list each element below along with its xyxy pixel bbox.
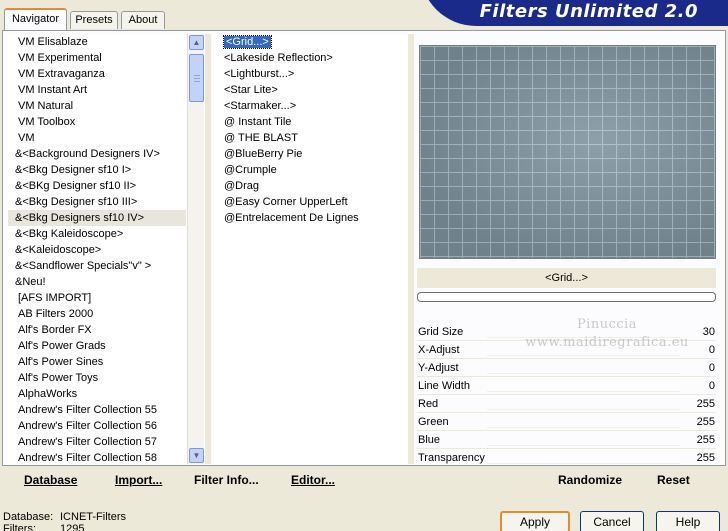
parameter-name: Line Width bbox=[418, 380, 470, 392]
tab-bar: Navigator Presets About bbox=[0, 0, 420, 30]
editor-button[interactable]: Editor... bbox=[291, 473, 335, 487]
left-action-bar: Database Import... Filter Info... Editor… bbox=[8, 466, 410, 492]
parameter-value[interactable]: 255 bbox=[697, 395, 715, 413]
category-item[interactable]: &<Bkg Designer sf10 I> bbox=[8, 162, 186, 178]
parameter-name: Y-Adjust bbox=[418, 362, 459, 374]
parameter-name: Transparency bbox=[418, 452, 485, 464]
status-filters: Filters: 1295 bbox=[3, 523, 85, 531]
filter-item[interactable]: @Easy Corner UpperLeft bbox=[212, 194, 408, 210]
category-scrollbar[interactable]: ▲ ▼ bbox=[187, 34, 204, 464]
parameter-value[interactable]: 255 bbox=[697, 431, 715, 449]
category-item[interactable]: &<Bkg Designer sf10 III> bbox=[8, 194, 186, 210]
category-item[interactable]: &<Background Designers IV> bbox=[8, 146, 186, 162]
status-database: Database: ICNET-Filters bbox=[3, 511, 126, 523]
category-item[interactable]: Andrew's Filter Collection 57 bbox=[8, 434, 186, 450]
parameter-row[interactable]: Y-Adjust 0 bbox=[417, 359, 716, 377]
category-item[interactable]: AB Filters 2000 bbox=[8, 306, 186, 322]
category-item[interactable]: Andrew's Filter Collection 56 bbox=[8, 418, 186, 434]
category-item[interactable]: Andrew's Filter Collection 55 bbox=[8, 402, 186, 418]
filter-item[interactable]: <Star Lite> bbox=[212, 82, 408, 98]
parameter-name: Green bbox=[418, 416, 449, 428]
parameter-name: Blue bbox=[418, 434, 441, 446]
category-item[interactable]: &<Bkg Designers sf10 IV> bbox=[8, 210, 186, 226]
filter-item[interactable]: @ Instant Tile bbox=[212, 114, 408, 130]
parameter-row[interactable]: Red 255 bbox=[417, 395, 716, 413]
category-item[interactable]: Alf's Power Toys bbox=[8, 370, 186, 386]
parameter-value[interactable]: 255 bbox=[697, 413, 715, 431]
app-title: Filters Unlimited 2.0 bbox=[479, 1, 698, 22]
parameter-value[interactable]: 0 bbox=[709, 377, 715, 395]
tab-navigator[interactable]: Navigator bbox=[4, 8, 67, 30]
randomize-button[interactable]: Randomize bbox=[558, 473, 622, 487]
category-item[interactable]: VM Instant Art bbox=[8, 82, 186, 98]
scroll-down-button[interactable]: ▼ bbox=[189, 448, 204, 463]
apply-button[interactable]: Apply bbox=[500, 511, 570, 531]
category-item[interactable]: VM bbox=[8, 130, 186, 146]
scroll-up-button[interactable]: ▲ bbox=[189, 35, 204, 50]
cancel-button[interactable]: Cancel bbox=[580, 511, 644, 531]
filter-preview bbox=[419, 45, 716, 259]
category-list[interactable]: VM Elisablaze VM Experimental VM Extravaga… bbox=[8, 34, 186, 464]
category-item[interactable]: VM Natural bbox=[8, 98, 186, 114]
help-button[interactable]: Help bbox=[656, 511, 720, 531]
category-item[interactable]: &<Bkg Kaleidoscope> bbox=[8, 226, 186, 242]
filter-item[interactable]: <Starmaker...> bbox=[212, 98, 408, 114]
parameter-name: Red bbox=[418, 398, 439, 410]
category-item[interactable]: &<BKg Designer sf10 II> bbox=[8, 178, 186, 194]
parameter-value[interactable]: 0 bbox=[709, 359, 715, 377]
category-item[interactable]: Andrew's Filter Collection 58 bbox=[8, 450, 186, 464]
title-banner: Filters Unlimited 2.0 bbox=[420, 0, 728, 26]
reset-button[interactable]: Reset bbox=[657, 473, 690, 487]
parameter-row[interactable]: Line Width 0 bbox=[417, 377, 716, 395]
category-item[interactable]: &<Kaleidoscope> bbox=[8, 242, 186, 258]
category-item[interactable]: VM Elisablaze bbox=[8, 34, 186, 50]
category-item[interactable]: VM Experimental bbox=[8, 50, 186, 66]
category-item[interactable]: &Neu! bbox=[8, 274, 186, 290]
category-item[interactable]: [AFS IMPORT] bbox=[8, 290, 186, 306]
category-item[interactable]: Alf's Power Sines bbox=[8, 354, 186, 370]
category-item[interactable]: VM Extravaganza bbox=[8, 66, 186, 82]
parameter-name: Grid Size bbox=[418, 326, 464, 338]
parameter-row[interactable]: Blue 255 bbox=[417, 431, 716, 449]
watermark: Pinuccia www.maidiregrafica.eu bbox=[525, 317, 689, 350]
tab-presets[interactable]: Presets bbox=[70, 11, 118, 29]
import-button[interactable]: Import... bbox=[115, 473, 162, 487]
filter-item[interactable]: @Drag bbox=[212, 178, 408, 194]
filter-item[interactable]: @Entrelacement De Lignes bbox=[212, 210, 408, 226]
filter-settings-panel: <Grid...> Grid Size 30 X-Adjust 0 Y-Adjust 0 L… bbox=[414, 34, 722, 467]
filter-item[interactable]: <Grid...> bbox=[212, 34, 408, 50]
category-item[interactable]: Alf's Power Grads bbox=[8, 338, 186, 354]
tab-about[interactable]: About bbox=[121, 11, 165, 29]
right-action-bar: Randomize Reset bbox=[416, 466, 722, 492]
filter-item[interactable]: <Lakeside Reflection> bbox=[212, 50, 408, 66]
category-item[interactable]: AlphaWorks bbox=[8, 386, 186, 402]
category-item[interactable]: VM Toolbox bbox=[8, 114, 186, 130]
list-divider bbox=[205, 34, 211, 464]
scroll-thumb[interactable] bbox=[189, 54, 204, 102]
parameter-row[interactable]: Transparency 255 bbox=[417, 449, 716, 467]
filter-item[interactable]: @BlueBerry Pie bbox=[212, 146, 408, 162]
parameter-name: X-Adjust bbox=[418, 344, 460, 356]
progress-bar bbox=[417, 292, 716, 302]
database-button[interactable]: Database bbox=[24, 473, 77, 487]
filter-item[interactable]: @Crumple bbox=[212, 162, 408, 178]
selected-filter-name: <Grid...> bbox=[417, 268, 716, 288]
parameter-value[interactable]: 0 bbox=[709, 341, 715, 359]
filter-item[interactable]: @ THE BLAST bbox=[212, 130, 408, 146]
parameter-row[interactable]: Green 255 bbox=[417, 413, 716, 431]
filter-info-button[interactable]: Filter Info... bbox=[194, 473, 259, 487]
category-item[interactable]: Alf's Border FX bbox=[8, 322, 186, 338]
category-item[interactable]: &<Sandflower Specials"v" > bbox=[8, 258, 186, 274]
filter-list[interactable]: <Grid...> <Lakeside Reflection> <Lightburs… bbox=[212, 34, 408, 464]
filter-item[interactable]: <Lightburst...> bbox=[212, 66, 408, 82]
parameter-value[interactable]: 255 bbox=[697, 449, 715, 467]
